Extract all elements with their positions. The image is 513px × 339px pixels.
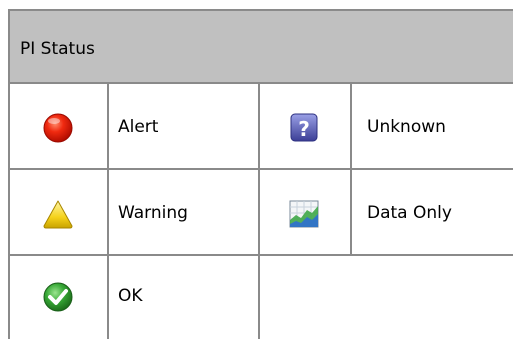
data-only-chart-icon <box>286 196 322 232</box>
column-divider <box>107 84 109 339</box>
svg-text:?: ? <box>298 117 310 141</box>
table-row <box>8 256 513 339</box>
column-divider <box>350 84 352 256</box>
status-label-alert: Alert <box>118 117 159 137</box>
warning-yellow-triangle-icon <box>40 196 76 232</box>
status-label-ok: OK <box>118 286 143 306</box>
alert-red-circle-icon <box>40 110 76 146</box>
status-label-warning: Warning <box>118 203 188 223</box>
pi-status-table: PI Status Alert ? Unknown Warning Data O… <box>0 0 513 339</box>
unknown-question-icon: ? <box>286 110 322 146</box>
table-header: PI Status <box>8 9 513 84</box>
ok-green-check-icon <box>40 279 76 315</box>
table-title: PI Status <box>20 39 95 59</box>
column-divider <box>258 84 260 339</box>
status-label-unknown: Unknown <box>367 117 446 137</box>
status-label-data-only: Data Only <box>367 203 452 223</box>
